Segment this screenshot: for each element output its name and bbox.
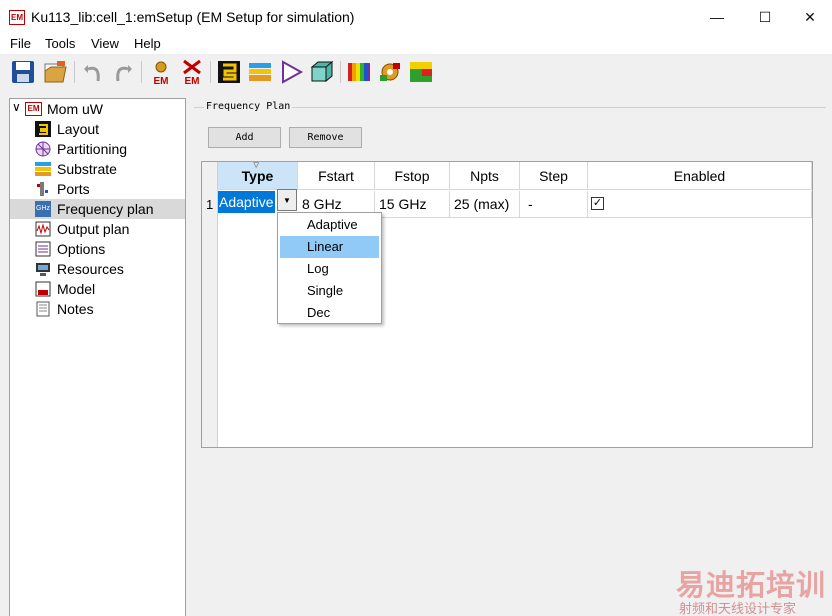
tree-root-mom-uw[interactable]: ∨ EM Mom uW <box>10 99 185 119</box>
toolbar-separator <box>74 61 75 83</box>
partitioning-icon <box>35 141 51 157</box>
toolbar-separator <box>340 61 341 83</box>
type-dropdown-list: Adaptive Linear Log Single Dec <box>277 212 382 324</box>
row-number: 1 <box>206 197 214 212</box>
tree-item-options[interactable]: Options <box>10 239 185 259</box>
output-plan-icon <box>35 221 51 237</box>
menu-file[interactable]: File <box>10 36 31 51</box>
dropdown-option-single[interactable]: Single <box>280 280 379 302</box>
group-title: Frequency Plan <box>204 101 293 112</box>
menu-view[interactable]: View <box>91 36 119 51</box>
tree-item-label: Resources <box>57 261 124 277</box>
column-header-type[interactable]: ▽ Type <box>218 162 298 190</box>
layout-icon <box>35 121 51 137</box>
minimize-button[interactable]: — <box>694 0 740 34</box>
dropdown-option-log[interactable]: Log <box>280 258 379 280</box>
tree-item-notes[interactable]: Notes <box>10 299 185 319</box>
resources-icon <box>36 263 50 276</box>
3d-view-icon[interactable] <box>309 59 335 85</box>
ports-config-icon[interactable] <box>377 59 403 85</box>
em-simulate-icon[interactable]: EM <box>148 59 174 87</box>
redo-icon[interactable] <box>110 59 136 85</box>
cell-enabled[interactable] <box>588 191 812 218</box>
notes-icon <box>36 301 50 317</box>
undo-icon[interactable] <box>80 59 106 85</box>
chevron-down-icon[interactable]: ∨ <box>12 100 21 114</box>
tree-item-label: Substrate <box>57 161 117 177</box>
tree-item-substrate[interactable]: Substrate <box>10 159 185 179</box>
em-simulate-label: EM <box>154 76 169 85</box>
tree-item-layout[interactable]: Layout <box>10 119 185 139</box>
tree-item-label: Layout <box>57 121 100 137</box>
tree-item-label: Notes <box>57 301 94 317</box>
combo-arrow-icon[interactable]: ▼ <box>277 189 297 211</box>
em-app-icon: EM <box>9 10 25 25</box>
cell-step[interactable]: - <box>520 191 588 218</box>
save-icon[interactable] <box>10 59 36 85</box>
options-icon <box>35 241 51 257</box>
tree-item-output-plan[interactable]: Output plan <box>10 219 185 239</box>
open-folder-icon[interactable] <box>42 59 68 85</box>
column-header-npts[interactable]: Npts <box>450 162 520 190</box>
cell-fstop[interactable]: 15 GHz <box>375 191 450 218</box>
tree-item-frequency-plan[interactable]: GHz Frequency plan <box>10 199 185 219</box>
dropdown-option-linear[interactable]: Linear <box>280 236 379 258</box>
column-header-enabled[interactable]: Enabled <box>588 162 812 190</box>
em-icon: EM <box>25 102 42 116</box>
frequency-icon: GHz <box>35 201 51 217</box>
remove-button[interactable]: Remove <box>289 127 362 148</box>
tree-item-resources[interactable]: Resources <box>10 259 185 279</box>
tree-item-partitioning[interactable]: Partitioning <box>10 139 185 159</box>
visualization-icon[interactable] <box>408 59 434 85</box>
enabled-checkbox[interactable]: ✓ <box>591 197 604 210</box>
toolbar: EM EM <box>0 56 832 90</box>
column-header-fstart[interactable]: Fstart <box>298 162 375 190</box>
setup-tree: ∨ EM Mom uW Layout Partitioning Substrat… <box>9 98 186 616</box>
sort-caret-icon: ▽ <box>253 162 259 169</box>
tree-item-label: Model <box>57 281 96 297</box>
close-button[interactable]: ✕ <box>787 0 832 34</box>
add-button[interactable]: Add <box>208 127 281 148</box>
watermark-tagline: 射频和天线设计专家 <box>679 602 797 616</box>
tree-item-model[interactable]: Model <box>10 279 185 299</box>
tree-item-label: Output plan <box>57 221 130 237</box>
title-bar: EM Ku113_lib:cell_1:emSetup (EM Setup fo… <box>0 0 832 34</box>
substrate-icon[interactable] <box>247 59 273 85</box>
tree-root-label: Mom uW <box>47 101 103 117</box>
dropdown-option-dec[interactable]: Dec <box>280 302 379 324</box>
substrate-icon <box>35 162 51 176</box>
cell-npts[interactable]: 25 (max) <box>450 191 520 218</box>
em-stop-icon[interactable]: EM <box>179 59 205 87</box>
column-header-fstop[interactable]: Fstop <box>375 162 450 190</box>
menu-bar: File Tools View Help <box>0 34 832 54</box>
colorbar-icon[interactable] <box>346 59 372 85</box>
window-title: Ku113_lib:cell_1:emSetup (EM Setup for s… <box>31 9 355 25</box>
em-stop-label: EM <box>185 76 200 85</box>
tree-item-ports[interactable]: Ports <box>10 179 185 199</box>
toolbar-separator <box>210 61 211 83</box>
tree-item-label: Frequency plan <box>57 201 154 217</box>
maximize-button[interactable]: ☐ <box>742 0 788 34</box>
ports-icon <box>37 182 48 196</box>
toolbar-separator <box>141 61 142 83</box>
dropdown-option-adaptive[interactable]: Adaptive <box>280 214 379 236</box>
column-header-step[interactable]: Step <box>520 162 588 190</box>
tree-item-label: Partitioning <box>57 141 128 157</box>
layout-icon[interactable] <box>216 59 242 85</box>
menu-tools[interactable]: Tools <box>45 36 75 51</box>
model-icon <box>35 281 51 297</box>
ports-icon[interactable] <box>278 59 304 85</box>
type-combo-value[interactable]: Adaptive <box>218 191 275 213</box>
menu-help[interactable]: Help <box>134 36 161 51</box>
tree-item-label: Options <box>57 241 106 257</box>
tree-item-label: Ports <box>57 181 90 197</box>
